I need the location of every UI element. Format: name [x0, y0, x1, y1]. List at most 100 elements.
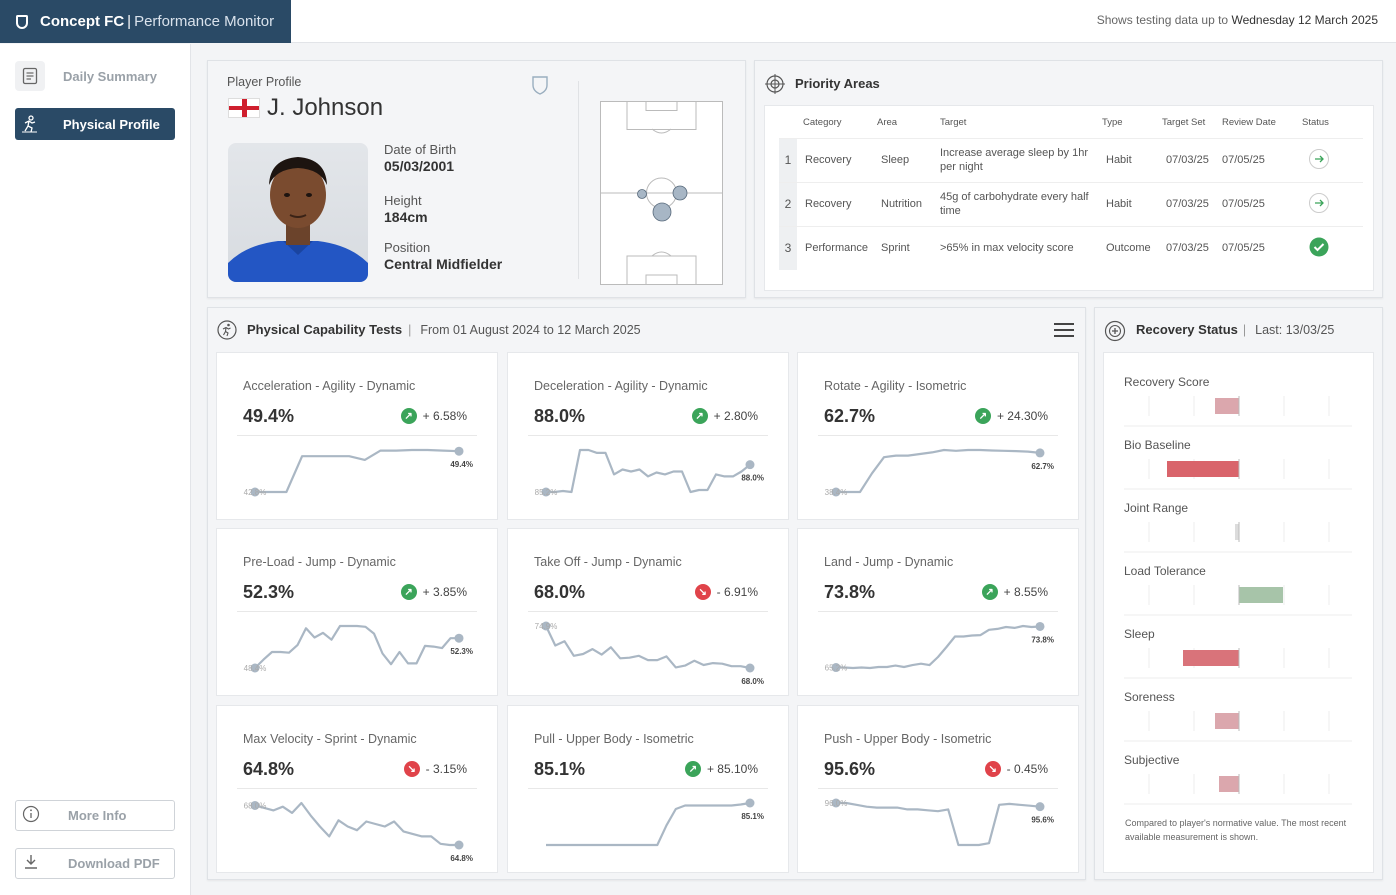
- sparkline-line: [836, 448, 1041, 494]
- recovery-plus-icon: [1104, 320, 1126, 342]
- tests-header: Physical Capability Tests | From 01 Augu…: [247, 322, 641, 337]
- recovery-row[interactable]: Sleep: [1124, 627, 1352, 679]
- sparkline-end-point: [454, 633, 464, 643]
- row-number: 1: [779, 137, 797, 182]
- sidebar-item-physical-profile[interactable]: Physical Profile: [15, 108, 175, 140]
- sparkline-start-label: 74.9%: [535, 622, 558, 631]
- recovery-label: Recovery Score: [1124, 375, 1210, 389]
- sparkline-line: [254, 624, 459, 669]
- complete-check-icon[interactable]: [1308, 236, 1330, 258]
- trend-up-icon: ↗: [400, 584, 417, 600]
- test-change: ↗ + 8.55%: [981, 584, 1048, 600]
- brand-subtitle: Performance Monitor: [134, 13, 275, 30]
- col-review-date: Review Date: [1222, 117, 1276, 129]
- row-category: Performance: [797, 225, 877, 270]
- row-type: Habit: [1102, 181, 1162, 226]
- test-change-value: + 85.10%: [706, 762, 758, 776]
- in-progress-arrow-icon[interactable]: [1308, 148, 1330, 170]
- sidebar-item-daily-summary[interactable]: Daily Summary: [15, 60, 175, 92]
- trend-up-icon: ↗: [981, 584, 998, 600]
- test-change: ↗ + 85.10%: [684, 761, 758, 777]
- recovery-label: Soreness: [1124, 690, 1175, 704]
- test-card[interactable]: Push - Upper Body - Isometric 95.6% ↘ - 0.4…: [797, 705, 1079, 873]
- shield-icon: [16, 14, 28, 29]
- trend-down-icon: ↘: [984, 761, 1001, 777]
- recovery-bar-chart: [1124, 648, 1352, 679]
- row-target: Increase average sleep by 1hr per night: [940, 137, 1102, 182]
- recovery-row[interactable]: Load Tolerance: [1124, 564, 1352, 616]
- test-title: Push - Upper Body - Isometric: [824, 732, 992, 746]
- test-title: Land - Jump - Dynamic: [824, 555, 954, 569]
- recovery-row[interactable]: Subjective: [1124, 753, 1352, 805]
- recovery-bar: [1215, 398, 1239, 414]
- profile-section-label: Player Profile: [227, 75, 302, 89]
- trend-up-icon: ↗: [684, 761, 701, 777]
- recovery-row[interactable]: Joint Range: [1124, 501, 1352, 553]
- test-card[interactable]: Rotate - Agility - Isometric 62.7% ↗ + 24.3…: [797, 352, 1079, 520]
- test-value: 88.0%: [534, 406, 586, 426]
- player-name: J. Johnson: [267, 94, 384, 121]
- row-target-set: 07/03/25: [1162, 225, 1222, 270]
- height-label: Height: [384, 193, 422, 208]
- table-row[interactable]: 2 Recovery Nutrition 45g of carbohydrate…: [779, 181, 1363, 226]
- sparkline-chart: 42.8% 49.4%: [244, 446, 473, 497]
- table-row[interactable]: 3 Performance Sprint >65% in max velocit…: [779, 225, 1363, 270]
- height-block: Height 184cm: [384, 193, 428, 225]
- test-card[interactable]: Take Off - Jump - Dynamic 68.0% ↘ - 6.91% 74…: [507, 528, 789, 696]
- recovery-row[interactable]: Soreness: [1124, 690, 1352, 742]
- recovery-bar: [1183, 650, 1239, 666]
- hamburger-menu-icon[interactable]: [1054, 323, 1074, 337]
- document-icon: [15, 61, 45, 91]
- row-review-date: 07/05/25: [1222, 225, 1302, 270]
- status-cell: [1302, 137, 1363, 182]
- tests-date-range: From 01 August 2024 to 12 March 2025: [420, 322, 641, 337]
- app-brand[interactable]: Concept FC | Performance Monitor: [0, 0, 291, 43]
- recovery-footnote: Compared to player's normative value. Th…: [1125, 818, 1347, 842]
- sparkline-start-label: 42.8%: [244, 488, 267, 497]
- test-value: 52.3%: [243, 582, 295, 602]
- sparkline-line: [254, 801, 459, 847]
- test-change: ↗ + 2.80%: [691, 408, 758, 424]
- test-card[interactable]: Acceleration - Agility - Dynamic 49.4% ↗ + …: [216, 352, 498, 520]
- sparkline-chart: 68.0% 64.8%: [244, 800, 473, 863]
- recovery-last-date: Last: 13/03/25: [1255, 322, 1335, 337]
- in-progress-arrow-icon[interactable]: [1308, 192, 1330, 214]
- test-change-value: + 2.80%: [713, 409, 758, 423]
- test-card[interactable]: Deceleration - Agility - Dynamic 88.0% ↗ + …: [507, 352, 789, 520]
- dob-block: Date of Birth 05/03/2001: [384, 142, 456, 174]
- position-block: Position Central Midfielder: [384, 240, 502, 272]
- info-icon: [16, 805, 46, 826]
- profile-divider: [578, 81, 579, 279]
- test-title: Pre-Load - Jump - Dynamic: [243, 555, 396, 569]
- test-card[interactable]: Pull - Upper Body - Isometric 85.1% ↗ + 85.…: [507, 705, 789, 873]
- test-card[interactable]: Land - Jump - Dynamic 73.8% ↗ + 8.55% 65.2% 7…: [797, 528, 1079, 696]
- england-flag-icon: [228, 98, 260, 118]
- data-notice: Shows testing data up to Wednesday 12 Ma…: [1097, 13, 1378, 27]
- brand-separator: |: [127, 13, 132, 30]
- download-pdf-button[interactable]: Download PDF: [15, 848, 175, 879]
- priority-table: Category Area Target Type Target Set Rev…: [779, 108, 1363, 270]
- row-number: 3: [779, 225, 797, 270]
- test-title: Take Off - Jump - Dynamic: [534, 555, 682, 569]
- test-change: ↘ - 0.45%: [984, 761, 1048, 777]
- sparkline-end-label: 88.0%: [741, 474, 764, 483]
- recovery-header-separator: |: [1242, 322, 1247, 337]
- runner-circle-icon: [217, 320, 237, 340]
- sparkline-end-label: 95.6%: [1031, 816, 1054, 825]
- sparkline-end-point: [1035, 448, 1045, 458]
- row-target: >65% in max velocity score: [940, 225, 1102, 270]
- sparkline-end-point: [745, 798, 755, 808]
- test-card[interactable]: Max Velocity - Sprint - Dynamic 64.8% ↘ - 3…: [216, 705, 498, 873]
- row-target-set: 07/03/25: [1162, 137, 1222, 182]
- test-change-value: + 8.55%: [1003, 585, 1048, 599]
- brand-name: Concept FC: [40, 13, 125, 30]
- more-info-label: More Info: [68, 808, 127, 823]
- table-row[interactable]: 1 Recovery Sleep Increase average sleep …: [779, 137, 1363, 182]
- recovery-row[interactable]: Bio Baseline: [1124, 438, 1352, 490]
- test-card[interactable]: Pre-Load - Jump - Dynamic 52.3% ↗ + 3.85% 48…: [216, 528, 498, 696]
- more-info-button[interactable]: More Info: [15, 800, 175, 831]
- recovery-row[interactable]: Recovery Score: [1124, 375, 1352, 427]
- test-value: 64.8%: [243, 759, 295, 779]
- physical-capability-panel: Physical Capability Tests | From 01 Augu…: [207, 307, 1086, 880]
- sparkline-chart: 74.9% 68.0%: [535, 621, 764, 686]
